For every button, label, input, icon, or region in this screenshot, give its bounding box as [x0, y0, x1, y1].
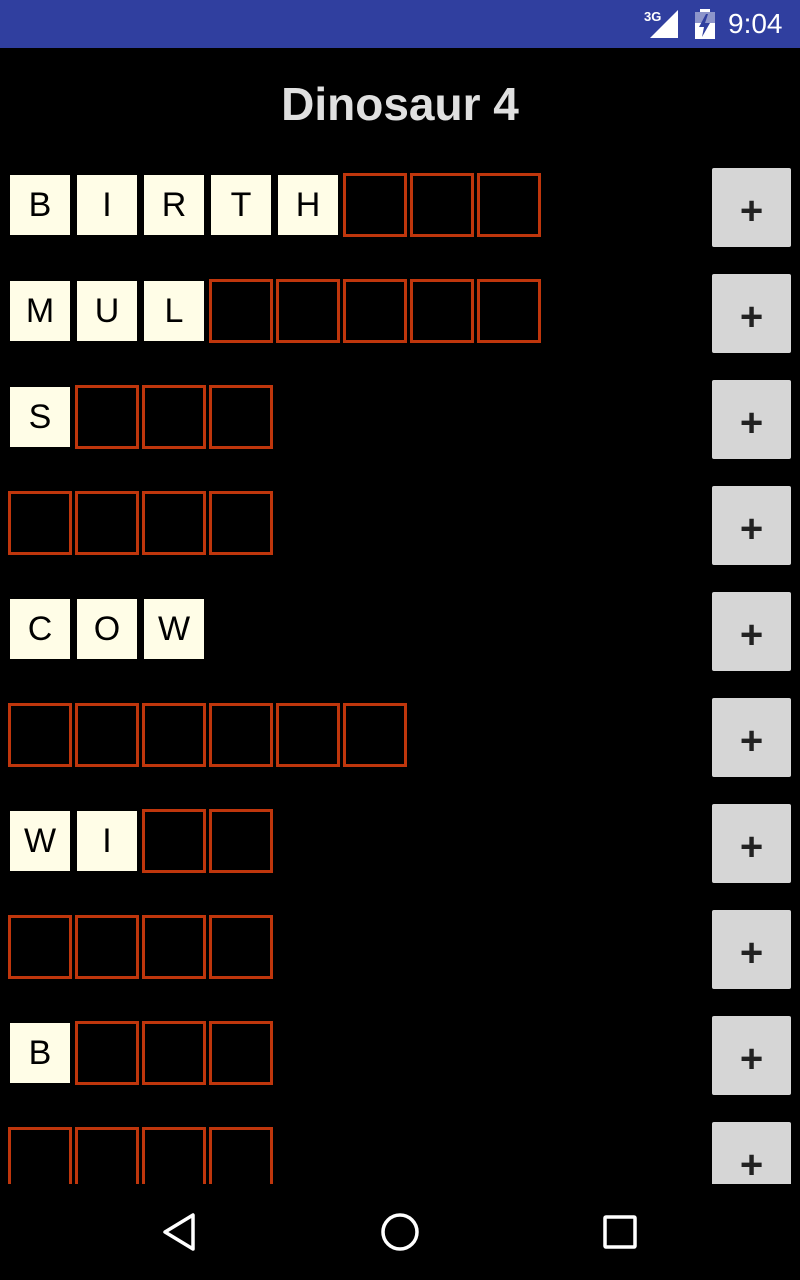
letter-tile: I	[75, 809, 139, 873]
plus-icon: +	[739, 1037, 764, 1081]
empty-letter-slot[interactable]	[8, 915, 72, 979]
empty-letter-slot[interactable]	[8, 491, 72, 555]
empty-letter-slot[interactable]	[209, 1021, 273, 1085]
back-icon[interactable]	[160, 1212, 200, 1252]
word-row: B +	[0, 1008, 800, 1114]
letter-tile: W	[8, 809, 72, 873]
empty-letter-slot[interactable]	[142, 915, 206, 979]
word-list[interactable]: B I R T H + M U L + S + + C O W + + W I + + B + +	[0, 160, 800, 1184]
empty-letter-slot[interactable]	[142, 1021, 206, 1085]
add-letter-button[interactable]: +	[712, 380, 791, 459]
word-row: M U L +	[0, 266, 800, 372]
word-row: +	[0, 478, 800, 584]
empty-letter-slot[interactable]	[209, 915, 273, 979]
plus-icon: +	[739, 295, 764, 339]
empty-letter-slot[interactable]	[75, 1127, 139, 1184]
word-row: C O W +	[0, 584, 800, 690]
empty-letter-slot[interactable]	[142, 491, 206, 555]
letter-tile: B	[8, 173, 72, 237]
letter-tile: W	[142, 597, 206, 661]
empty-letter-slot[interactable]	[209, 491, 273, 555]
add-letter-button[interactable]: +	[712, 804, 791, 883]
letter-tile: L	[142, 279, 206, 343]
word-row: +	[0, 1114, 800, 1184]
empty-letter-slot[interactable]	[209, 279, 273, 343]
empty-letter-slot[interactable]	[75, 1021, 139, 1085]
empty-letter-slot[interactable]	[142, 809, 206, 873]
word-row: +	[0, 902, 800, 1008]
plus-icon: +	[739, 931, 764, 975]
empty-letter-slot[interactable]	[75, 491, 139, 555]
plus-icon: +	[739, 189, 764, 233]
empty-letter-slot[interactable]	[343, 703, 407, 767]
letter-tile: H	[276, 173, 340, 237]
letter-tile: O	[75, 597, 139, 661]
add-letter-button[interactable]: +	[712, 592, 791, 671]
letter-tile: U	[75, 279, 139, 343]
home-icon[interactable]	[378, 1210, 422, 1254]
empty-letter-slot[interactable]	[8, 1127, 72, 1184]
letter-tile: I	[75, 173, 139, 237]
empty-letter-slot[interactable]	[477, 279, 541, 343]
recents-icon[interactable]	[600, 1212, 640, 1252]
add-letter-button[interactable]: +	[712, 168, 791, 247]
letter-tile: C	[8, 597, 72, 661]
add-letter-button[interactable]: +	[712, 1122, 791, 1184]
letter-tile: R	[142, 173, 206, 237]
word-row: W I +	[0, 796, 800, 902]
empty-letter-slot[interactable]	[8, 703, 72, 767]
plus-icon: +	[739, 719, 764, 763]
word-row: S +	[0, 372, 800, 478]
empty-letter-slot[interactable]	[209, 809, 273, 873]
clock: 9:04	[728, 8, 783, 39]
letter-tile: B	[8, 1021, 72, 1085]
letter-tile: S	[8, 385, 72, 449]
empty-letter-slot[interactable]	[343, 279, 407, 343]
plus-icon: +	[739, 1143, 764, 1184]
empty-letter-slot[interactable]	[209, 385, 273, 449]
empty-letter-slot[interactable]	[75, 385, 139, 449]
add-letter-button[interactable]: +	[712, 698, 791, 777]
add-letter-button[interactable]: +	[712, 910, 791, 989]
empty-letter-slot[interactable]	[410, 173, 474, 237]
empty-letter-slot[interactable]	[276, 703, 340, 767]
empty-letter-slot[interactable]	[209, 703, 273, 767]
plus-icon: +	[739, 825, 764, 869]
add-letter-button[interactable]: +	[712, 274, 791, 353]
plus-icon: +	[739, 613, 764, 657]
word-row: +	[0, 690, 800, 796]
empty-letter-slot[interactable]	[343, 173, 407, 237]
page-title: Dinosaur 4	[281, 78, 519, 130]
empty-letter-slot[interactable]	[142, 1127, 206, 1184]
empty-letter-slot[interactable]	[142, 703, 206, 767]
add-letter-button[interactable]: +	[712, 1016, 791, 1095]
add-letter-button[interactable]: +	[712, 486, 791, 565]
empty-letter-slot[interactable]	[209, 1127, 273, 1184]
status-bar: 3G 9:04	[0, 0, 800, 48]
letter-tile: T	[209, 173, 273, 237]
letter-tile: M	[8, 279, 72, 343]
battery-charging-icon	[695, 9, 715, 39]
empty-letter-slot[interactable]	[142, 385, 206, 449]
empty-letter-slot[interactable]	[276, 279, 340, 343]
empty-letter-slot[interactable]	[477, 173, 541, 237]
word-row: B I R T H +	[0, 160, 800, 266]
navigation-bar	[0, 1184, 800, 1280]
plus-icon: +	[739, 401, 764, 445]
network-type-label: 3G	[644, 9, 662, 24]
empty-letter-slot[interactable]	[410, 279, 474, 343]
empty-letter-slot[interactable]	[75, 915, 139, 979]
plus-icon: +	[739, 507, 764, 551]
empty-letter-slot[interactable]	[75, 703, 139, 767]
